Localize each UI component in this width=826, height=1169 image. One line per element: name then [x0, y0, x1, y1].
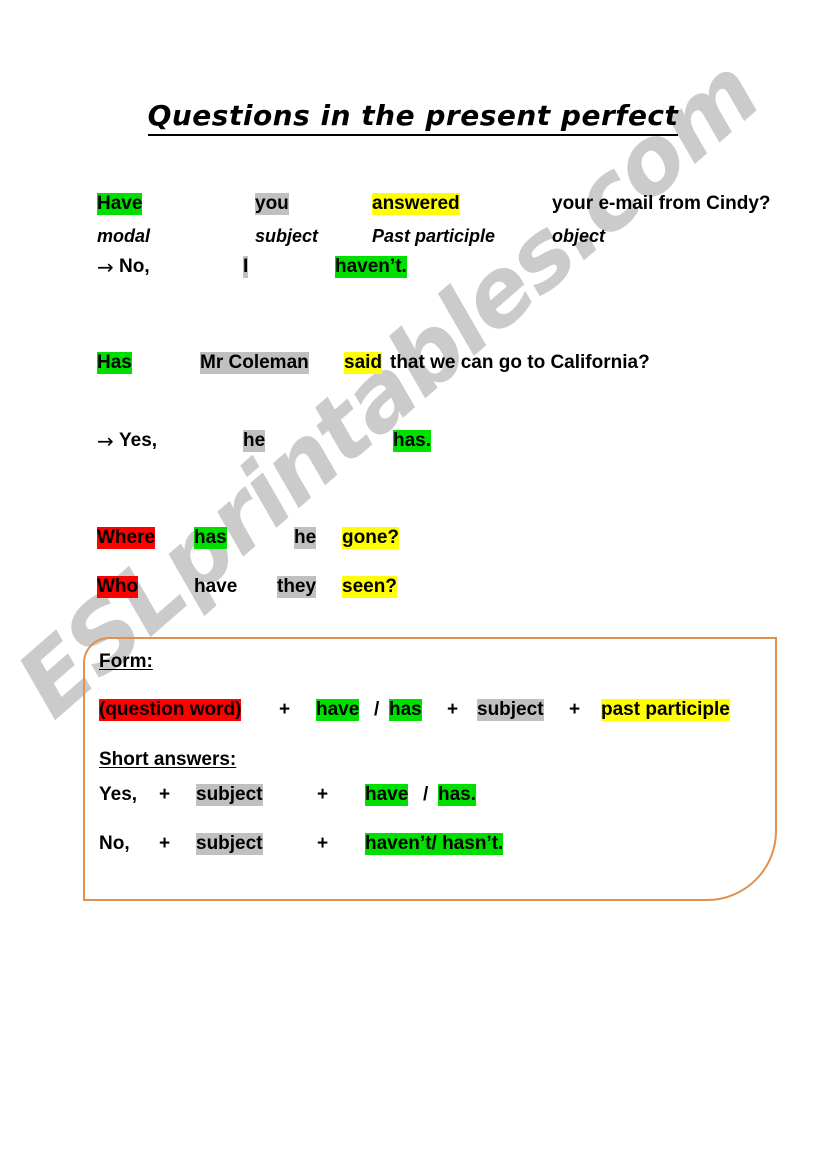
- formula-plus-2: +: [447, 699, 459, 720]
- example-2-participle: said: [344, 352, 383, 374]
- formula-slash: /: [374, 699, 380, 720]
- sa-1-plus-1: +: [159, 784, 171, 805]
- worksheet-page: ESLprintables.com Questions in the prese…: [0, 0, 826, 1169]
- sa-1-slash: /: [423, 784, 429, 805]
- formula-subject: subject: [477, 699, 544, 721]
- sa-2-plus-1: +: [159, 833, 171, 854]
- watermark-text: ESLprintables.com: [0, 38, 779, 738]
- wh-2-question-word: Who: [97, 576, 139, 598]
- sa-2-subject: subject: [196, 833, 263, 855]
- form-heading: Form:: [99, 651, 153, 672]
- wh-2-auxiliary: have: [194, 576, 238, 597]
- example-1-ans-verb: haven’t.: [335, 256, 407, 278]
- example-2-ans-subject: he: [243, 430, 266, 452]
- label-modal: modal: [97, 226, 151, 246]
- example-2-subject: Mr Coleman: [200, 352, 309, 374]
- form-summary-inner: Form: (question word) + have / has + sub…: [85, 639, 775, 899]
- arrow-icon: →: [97, 429, 114, 453]
- formula-plus-1: +: [279, 699, 291, 720]
- formula-have: have: [316, 699, 360, 721]
- page-title-container: Questions in the present perfect: [0, 99, 826, 136]
- short-answers-heading: Short answers:: [99, 749, 237, 770]
- example-1-object: your e-mail from Cindy?: [552, 193, 771, 214]
- wh-1-question-word: Where: [97, 527, 156, 549]
- formula-has: has: [389, 699, 422, 721]
- example-2-polarity: Yes,: [119, 430, 158, 451]
- sa-2-polarity: No,: [99, 833, 130, 854]
- sa-2-verb-a: haven’t/ hasn’t.: [365, 833, 504, 855]
- wh-1-auxiliary: has: [194, 527, 227, 549]
- wh-1-participle: gone?: [342, 527, 399, 549]
- wh-2-subject: they: [277, 576, 317, 598]
- wh-2-participle: seen?: [342, 576, 397, 598]
- example-1-polarity: No,: [119, 256, 150, 277]
- formula-question-word: (question word): [99, 699, 242, 721]
- example-1-ans-subject: I: [243, 256, 249, 278]
- sa-1-verb-b: has.: [438, 784, 477, 806]
- example-1-modal: Have: [97, 193, 143, 215]
- arrow-icon: →: [97, 255, 114, 279]
- form-summary-box: Form: (question word) + have / has + sub…: [83, 637, 777, 901]
- label-object: object: [552, 226, 606, 246]
- example-1-subject: you: [255, 193, 289, 215]
- sa-1-verb-a: have: [365, 784, 409, 806]
- example-2-object: that we can go to California?: [390, 352, 650, 373]
- example-2-ans-verb: has.: [393, 430, 432, 452]
- example-1-participle: answered: [372, 193, 460, 215]
- sa-1-plus-2: +: [317, 784, 329, 805]
- example-2-modal: Has: [97, 352, 132, 374]
- formula-past-participle: past participle: [601, 699, 730, 721]
- sa-1-subject: subject: [196, 784, 263, 806]
- sa-1-polarity: Yes,: [99, 784, 138, 805]
- formula-plus-3: +: [569, 699, 581, 720]
- sa-2-plus-2: +: [317, 833, 329, 854]
- label-subject: subject: [255, 226, 319, 246]
- label-participle: Past participle: [372, 226, 496, 246]
- wh-1-subject: he: [294, 527, 317, 549]
- page-title: Questions in the present perfect: [147, 99, 679, 136]
